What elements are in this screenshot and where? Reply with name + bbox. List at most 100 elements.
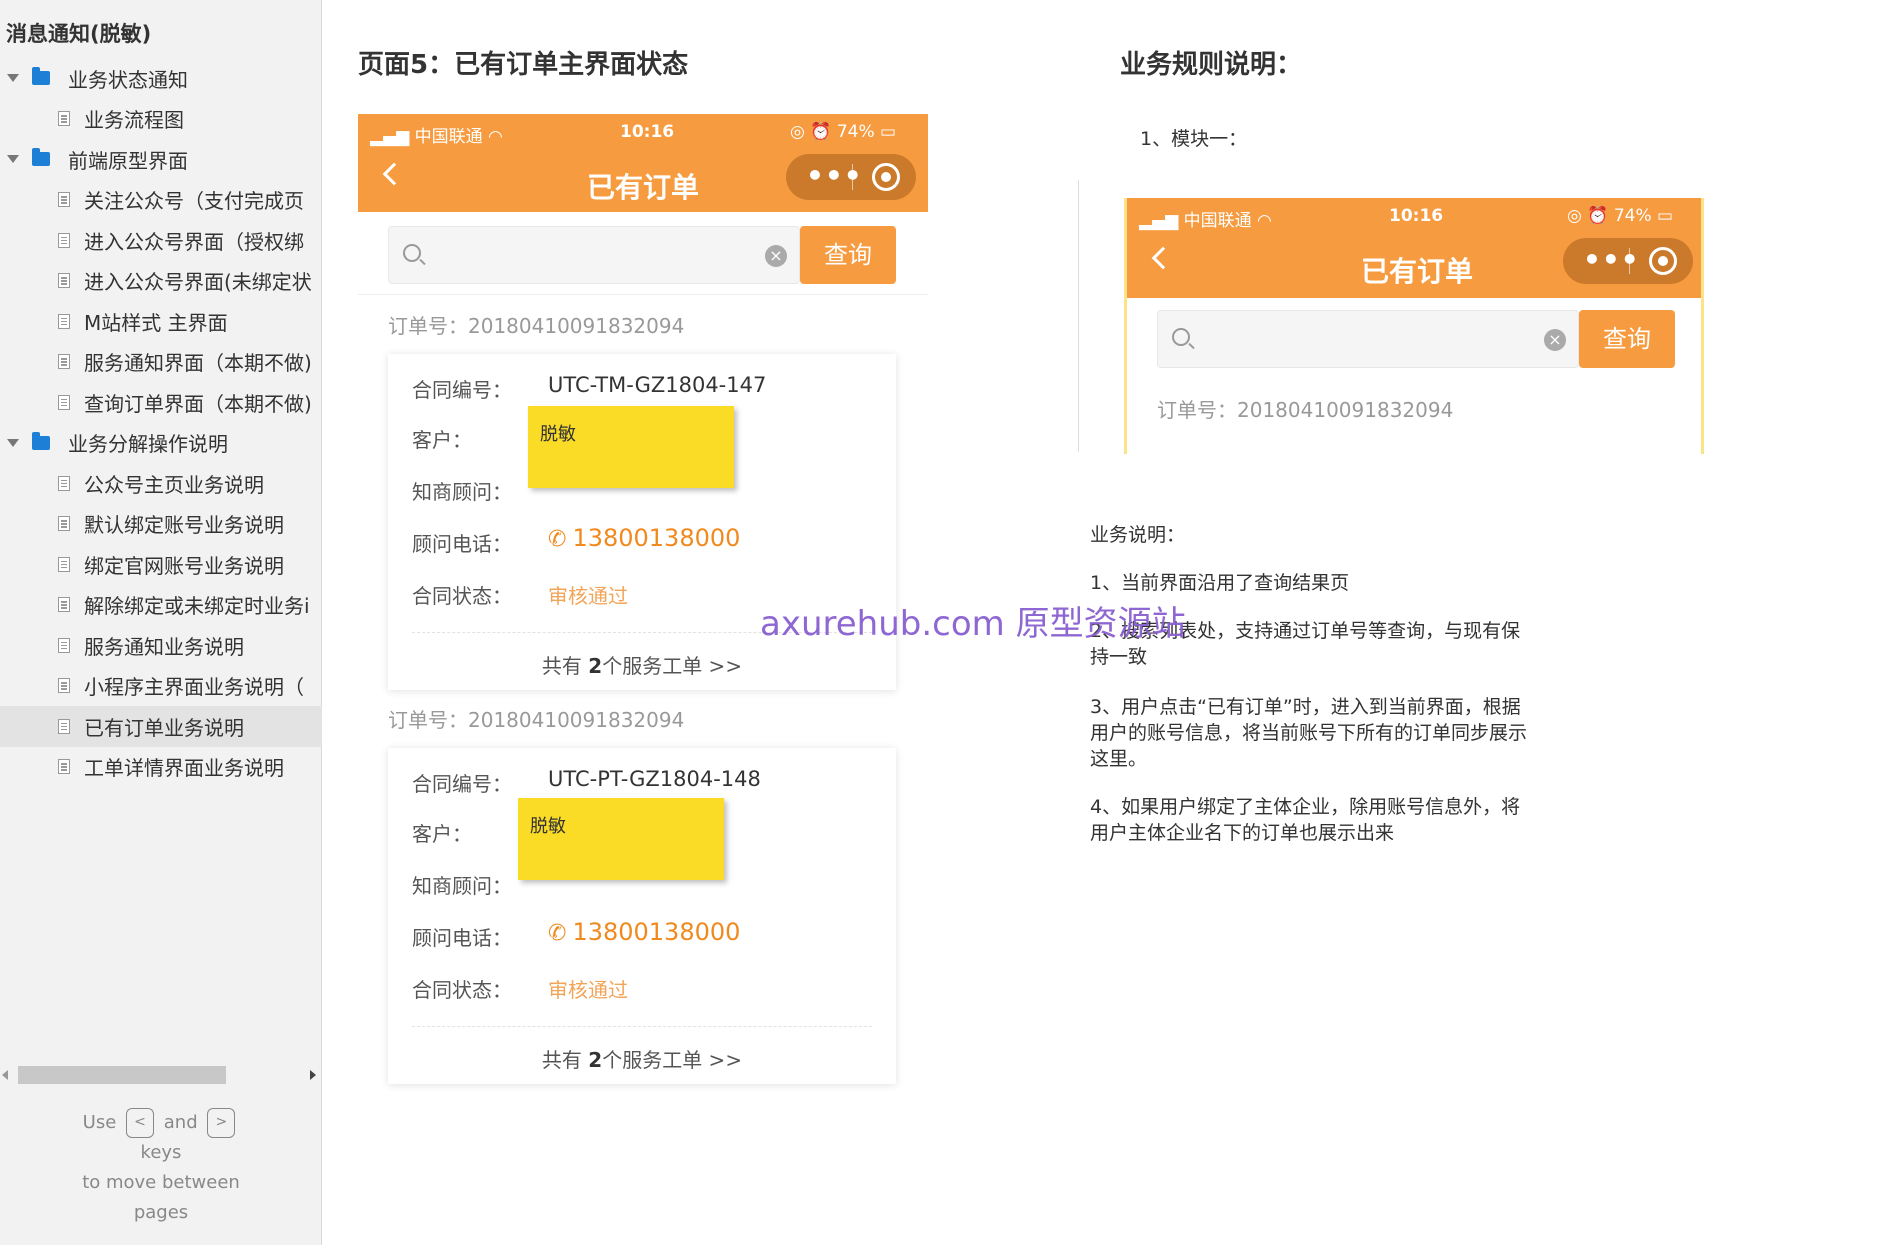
expand-triangle-icon[interactable]: [6, 152, 20, 166]
horizontal-scrollbar[interactable]: [0, 1062, 322, 1088]
tree-page-existing-orders[interactable]: 已有订单业务说明: [0, 706, 322, 747]
tree-page-ticket-detail[interactable]: 工单详情界面业务说明: [0, 747, 322, 788]
tree-page-service-notice-desc[interactable]: 服务通知业务说明: [0, 625, 322, 666]
tree-page-flowchart[interactable]: 业务流程图: [0, 99, 322, 140]
ticket-count: 2: [588, 654, 603, 678]
tree-page-query-order[interactable]: 查询订单界面（本期不做): [0, 382, 322, 423]
desc-point-4a: 4、如果用户绑定了主体企业，除用账号信息外，将: [1090, 796, 1521, 818]
project-title: 消息通知(脱敏): [6, 22, 152, 46]
page-icon: [58, 556, 70, 572]
clear-icon: ×: [1544, 329, 1566, 351]
redaction-sticky-note: 脱敏: [528, 406, 734, 488]
battery-text: 74%: [1613, 206, 1652, 226]
search-icon: [1172, 328, 1190, 346]
tree-page-home-desc[interactable]: 公众号主页业务说明: [0, 463, 322, 504]
advisor-phone[interactable]: ✆ 13800138000: [548, 918, 740, 946]
tree-page-follow-account[interactable]: 关注公众号（支付完成页: [0, 180, 322, 221]
tree-page-enter-authorized[interactable]: 进入公众号界面（授权绑: [0, 220, 322, 261]
tree-folder-business-ops[interactable]: 业务分解操作说明: [0, 423, 322, 464]
page-heading: 页面5：已有订单主界面状态: [358, 50, 689, 80]
advisor-phone[interactable]: ✆ 13800138000: [548, 524, 740, 552]
hint-and: and: [163, 1112, 198, 1133]
contract-number: UTC-TM-GZ1804-147: [548, 373, 767, 397]
desc-point-2b: 持一致: [1090, 646, 1148, 668]
footer-pre: 共有: [541, 1048, 589, 1072]
tree-label: 服务通知业务说明: [84, 634, 244, 659]
tree-folder-frontend-prototype[interactable]: 前端原型界面: [0, 139, 322, 180]
miniapp-capsule[interactable]: •••: [786, 154, 916, 200]
clear-icon[interactable]: ×: [765, 245, 787, 267]
search-input[interactable]: ×: [388, 226, 800, 284]
close-target-icon[interactable]: [872, 163, 900, 191]
tree-folder-business-status[interactable]: 业务状态通知: [0, 58, 322, 99]
clock-text: 10:16: [620, 122, 675, 142]
more-icon: •••: [1583, 243, 1640, 276]
tree-page-unbind[interactable]: 解除绑定或未绑定时业务i: [0, 585, 322, 626]
tree-label: 公众号主页业务说明: [84, 472, 264, 497]
capsule-divider: [852, 164, 853, 190]
tree-label: 关注公众号（支付完成页: [84, 189, 304, 214]
more-icon[interactable]: •••: [806, 162, 863, 190]
signal-carrier: ▂▄▆ 中国联通 ◠: [370, 127, 503, 147]
redaction-sticky-note: 脱敏: [518, 798, 724, 880]
wifi-icon: ◠: [1257, 211, 1272, 231]
page-icon: [58, 637, 70, 653]
expand-triangle-icon[interactable]: [6, 436, 20, 450]
phone-header: ▂▄▆ 中国联通 ◠ 10:16 ◎ ⏰ 74% ▭ 已有订单 •••: [358, 114, 928, 212]
ticket-count: 2: [588, 1048, 603, 1072]
desc-title: 业务说明：: [1090, 524, 1186, 546]
service-ticket-link[interactable]: 共有 2个服务工单 >>: [388, 650, 896, 679]
clock-text: 10:16: [1389, 206, 1444, 226]
carrier-text: 中国联通: [1183, 211, 1252, 231]
page-icon: [58, 232, 70, 248]
tree-label: 进入公众号界面(未绑定状: [84, 270, 312, 295]
order-number: 订单号：20180410091832094: [388, 708, 685, 732]
scrollbar-thumb[interactable]: [18, 1066, 226, 1084]
tree-page-m-site[interactable]: M站样式 主界面: [0, 301, 322, 342]
page-icon: [58, 192, 70, 208]
service-ticket-link[interactable]: 共有 2个服务工单 >>: [388, 1044, 896, 1073]
tree-page-bind-official[interactable]: 绑定官网账号业务说明: [0, 544, 322, 585]
desc-point-4b: 用户主体企业名下的订单也展示出来: [1090, 822, 1395, 844]
footer-post: 个服务工单 >>: [602, 654, 743, 678]
order-number: 订单号：20180410091832094: [388, 314, 685, 338]
hint-pages: pages: [133, 1202, 189, 1223]
hint-use: Use: [82, 1112, 117, 1133]
vertical-divider: [1078, 180, 1079, 452]
customer-label: 客户：: [412, 428, 472, 452]
folder-icon: [32, 67, 50, 86]
folder-icon: [32, 431, 50, 450]
mini-phone-header: ▂▄▆ 中国联通 ◠ 10:16 ◎ ⏰ 74% ▭ 已有订单 •••: [1127, 198, 1701, 298]
desc-point-3c: 这里。: [1090, 748, 1148, 770]
tree-label: 解除绑定或未绑定时业务i: [84, 594, 310, 619]
watermark-text: axurehub.com 原型资源站: [760, 604, 1186, 644]
page-icon: [58, 475, 70, 491]
status-badge: 审核通过: [548, 584, 628, 608]
contract-label: 合同编号：: [412, 378, 512, 402]
battery-text: 74%: [836, 122, 875, 142]
page-icon: [58, 394, 70, 410]
page-tree: 业务状态通知 业务流程图 前端原型界面 关注公众号（支付完成页 进入公众号界面（…: [0, 58, 322, 787]
contract-number: UTC-PT-GZ1804-148: [548, 767, 761, 791]
wifi-icon: ◠: [488, 127, 503, 147]
hint-keys: keys: [140, 1142, 182, 1163]
rules-heading: 业务规则说明：: [1120, 50, 1303, 80]
order-number: 订单号：20180410091832094: [1157, 398, 1454, 422]
battery-area: ◎ ⏰ 74% ▭: [790, 122, 896, 142]
scroll-right-arrow-icon[interactable]: [310, 1070, 316, 1080]
query-button[interactable]: 查询: [800, 226, 896, 284]
tree-page-miniapp-desc[interactable]: 小程序主界面业务说明（: [0, 666, 322, 707]
expand-triangle-icon[interactable]: [6, 71, 20, 85]
alarm-icon: ◎ ⏰: [790, 122, 832, 142]
order-card[interactable]: 合同编号： UTC-PT-GZ1804-148 客户： 知商顾问： 顾问电话： …: [388, 748, 896, 1084]
scroll-left-arrow-icon[interactable]: [2, 1070, 8, 1080]
capsule-divider: [1629, 248, 1630, 274]
tree-label: 前端原型界面: [68, 148, 188, 173]
battery-icon: ▭: [1657, 206, 1674, 226]
tree-page-default-bind[interactable]: 默认绑定账号业务说明: [0, 504, 322, 545]
footer-post: 个服务工单 >>: [602, 1048, 743, 1072]
search-icon: [403, 244, 421, 262]
tree-page-enter-unbound[interactable]: 进入公众号界面(未绑定状: [0, 261, 322, 302]
tree-page-service-notice[interactable]: 服务通知界面（本期不做): [0, 342, 322, 383]
miniapp-capsule: •••: [1563, 238, 1693, 284]
